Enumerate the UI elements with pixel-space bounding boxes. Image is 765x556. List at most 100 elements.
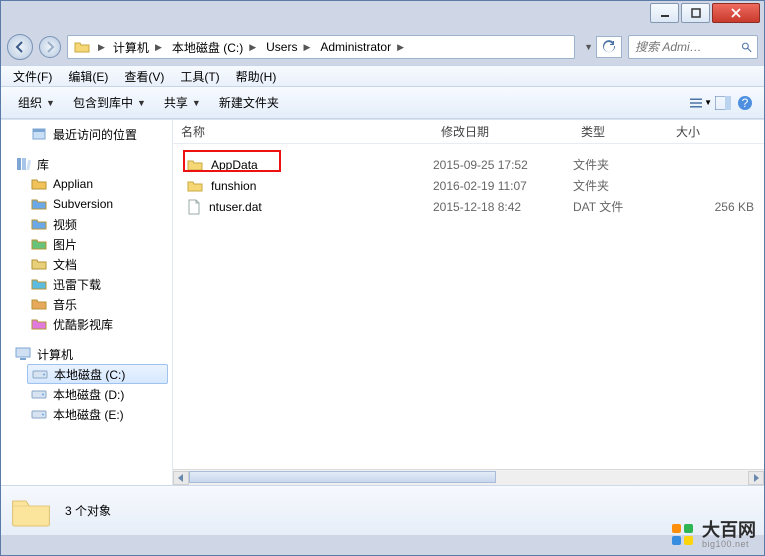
nav-label: 音乐 xyxy=(53,296,77,313)
file-type: DAT 文件 xyxy=(573,198,668,215)
search-icon xyxy=(741,41,753,54)
status-text: 3 个对象 xyxy=(65,502,111,519)
computer-icon xyxy=(15,346,31,362)
window-buttons xyxy=(648,3,760,23)
menu-help[interactable]: 帮助(H) xyxy=(230,66,283,87)
drive-icon xyxy=(32,366,48,382)
library-item-icon xyxy=(31,176,47,192)
search-box[interactable] xyxy=(628,35,758,59)
file-date: 2016-02-19 11:07 xyxy=(433,179,573,193)
library-item-icon xyxy=(31,236,47,252)
file-rows[interactable]: AppData 2015-09-25 17:52 文件夹 funshion 20… xyxy=(173,144,764,469)
nav-label: 文档 xyxy=(53,256,77,273)
table-row[interactable]: funshion 2016-02-19 11:07 文件夹 xyxy=(173,175,764,196)
nav-library-item[interactable]: 音乐 xyxy=(1,294,172,314)
forward-button[interactable] xyxy=(39,36,61,58)
drive-icon xyxy=(31,406,47,422)
chevron-down-icon: ▼ xyxy=(704,98,712,107)
chevron-right-icon[interactable]: ▶ xyxy=(397,42,404,53)
nav-drive-item[interactable]: 本地磁盘 (E:) xyxy=(1,404,172,424)
nav-library-item[interactable]: Subversion xyxy=(1,194,172,214)
close-button[interactable] xyxy=(712,3,760,23)
breadcrumb-label: 本地磁盘 (C:) xyxy=(172,39,243,56)
column-size[interactable]: 大小 xyxy=(668,120,764,143)
column-name[interactable]: 名称 xyxy=(173,120,433,143)
navigation-pane[interactable]: 最近访问的位置 库 Applian Subversion视频图片文档迅雷下载音乐优… xyxy=(1,120,173,485)
file-list-pane: 名称 修改日期 类型 大小 AppData 2015-09-25 17:52 文… xyxy=(173,120,764,485)
breadcrumb-segment[interactable]: Administrator▶ xyxy=(316,36,410,58)
address-bar-row: ▶ 计算机▶ 本地磁盘 (C:)▶ Users▶ Administrator▶ … xyxy=(1,31,764,65)
menu-view[interactable]: 查看(V) xyxy=(118,66,170,87)
view-options-button[interactable]: ▼ xyxy=(690,96,712,110)
breadcrumb-segment[interactable]: 计算机 ▶ xyxy=(109,36,168,58)
chevron-right-icon[interactable]: ▶ xyxy=(155,42,162,53)
new-folder-button[interactable]: 新建文件夹 xyxy=(210,91,288,115)
scroll-left-button[interactable] xyxy=(173,471,189,485)
column-headers: 名称 修改日期 类型 大小 xyxy=(173,120,764,144)
chevron-right-icon[interactable]: ▶ xyxy=(249,42,256,53)
chevron-right-icon[interactable]: ▶ xyxy=(303,42,310,53)
minimize-button[interactable] xyxy=(650,3,679,23)
watermark-icon xyxy=(670,522,696,548)
file-size: 256 KB xyxy=(668,200,764,214)
column-date[interactable]: 修改日期 xyxy=(433,120,573,143)
breadcrumb-segment[interactable]: Users▶ xyxy=(262,36,316,58)
nav-recent[interactable]: 最近访问的位置 xyxy=(1,124,172,144)
library-item-icon xyxy=(31,256,47,272)
library-item-icon xyxy=(31,216,47,232)
nav-label: 最近访问的位置 xyxy=(53,126,137,143)
library-item-icon xyxy=(31,316,47,332)
new-folder-label: 新建文件夹 xyxy=(219,94,279,111)
table-row[interactable]: ntuser.dat 2015-12-18 8:42 DAT 文件 256 KB xyxy=(173,196,764,217)
chevron-down-icon: ▼ xyxy=(137,98,146,108)
organize-button[interactable]: 组织▼ xyxy=(9,91,64,115)
nav-libraries[interactable]: 库 xyxy=(1,154,172,174)
library-item-icon xyxy=(31,196,47,212)
nav-drive-item[interactable]: 本地磁盘 (C:) xyxy=(27,364,168,384)
horizontal-scrollbar[interactable] xyxy=(173,469,764,485)
breadcrumb-segment[interactable]: 本地磁盘 (C:) ▶ xyxy=(168,36,262,58)
menu-file[interactable]: 文件(F) xyxy=(7,66,58,87)
nav-library-item[interactable]: 视频 xyxy=(1,214,172,234)
nav-library-item[interactable]: 文档 xyxy=(1,254,172,274)
help-button[interactable]: ? xyxy=(734,95,756,111)
share-button[interactable]: 共享▼ xyxy=(155,91,210,115)
scroll-track[interactable] xyxy=(189,471,748,485)
file-name: funshion xyxy=(211,179,256,193)
organize-label: 组织 xyxy=(18,94,42,111)
nav-label: 本地磁盘 (E:) xyxy=(53,406,124,423)
include-library-button[interactable]: 包含到库中▼ xyxy=(64,91,155,115)
back-button[interactable] xyxy=(7,34,33,60)
nav-library-item[interactable]: 迅雷下载 xyxy=(1,274,172,294)
file-name: ntuser.dat xyxy=(209,200,262,214)
nav-label: Applian xyxy=(53,177,93,191)
chevron-right-icon[interactable]: ▶ xyxy=(98,42,105,53)
recent-icon xyxy=(31,126,47,142)
nav-label: 优酷影视库 xyxy=(53,316,113,333)
nav-library-item[interactable]: 优酷影视库 xyxy=(1,314,172,334)
nav-library-item[interactable]: Applian xyxy=(1,174,172,194)
nav-computer[interactable]: 计算机 xyxy=(1,344,172,364)
menu-tools[interactable]: 工具(T) xyxy=(174,66,225,87)
column-type[interactable]: 类型 xyxy=(573,120,668,143)
watermark-sub: big100.net xyxy=(702,539,756,549)
history-dropdown[interactable]: ▼ xyxy=(581,42,596,52)
share-label: 共享 xyxy=(164,94,188,111)
scroll-thumb[interactable] xyxy=(189,471,496,483)
maximize-button[interactable] xyxy=(681,3,710,23)
nav-library-item[interactable]: 图片 xyxy=(1,234,172,254)
refresh-button[interactable] xyxy=(596,36,622,58)
nav-label: 本地磁盘 (C:) xyxy=(54,366,125,383)
file-icon xyxy=(187,199,201,215)
breadcrumb-label: 计算机 xyxy=(113,39,149,56)
scroll-right-button[interactable] xyxy=(748,471,764,485)
nav-drive-item[interactable]: 本地磁盘 (D:) xyxy=(1,384,172,404)
folder-icon xyxy=(187,179,203,193)
search-input[interactable] xyxy=(633,39,741,55)
table-row[interactable]: AppData 2015-09-25 17:52 文件夹 xyxy=(173,154,764,175)
preview-pane-button[interactable] xyxy=(712,96,734,110)
menu-edit[interactable]: 编辑(E) xyxy=(62,66,114,87)
breadcrumb[interactable]: ▶ 计算机 ▶ 本地磁盘 (C:) ▶ Users▶ Administrator▶ xyxy=(67,35,575,59)
drive-icon xyxy=(31,386,47,402)
file-date: 2015-09-25 17:52 xyxy=(433,158,573,172)
